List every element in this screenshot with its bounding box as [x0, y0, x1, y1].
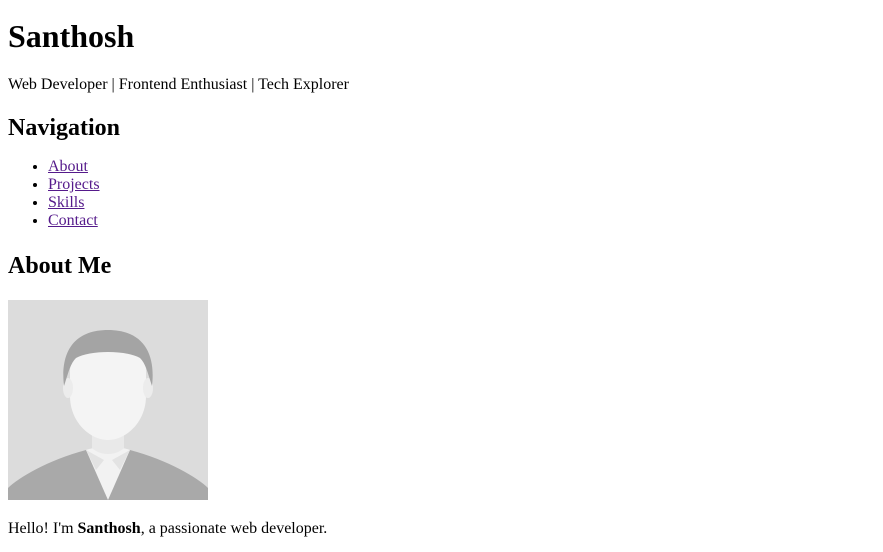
nav-link-contact[interactable]: Contact	[48, 212, 98, 229]
nav-item-projects: Projects	[48, 176, 875, 194]
nav-link-projects[interactable]: Projects	[48, 176, 100, 193]
nav-item-skills: Skills	[48, 194, 875, 212]
intro-name: Santhosh	[77, 520, 141, 537]
avatar	[8, 300, 208, 500]
nav-link-about[interactable]: About	[48, 158, 88, 175]
intro-suffix: , a passionate web developer.	[140, 520, 328, 537]
nav-list: About Projects Skills Contact	[8, 158, 875, 230]
page: Santhosh Web Developer | Frontend Enthus…	[0, 0, 883, 538]
avatar-placeholder-icon	[8, 300, 208, 500]
nav-item-about: About	[48, 158, 875, 176]
navigation-heading: Navigation	[8, 115, 121, 141]
nav-link-skills[interactable]: Skills	[48, 194, 84, 211]
nav-item-contact: Contact	[48, 212, 875, 230]
page-title: Santhosh	[8, 18, 135, 54]
tagline: Web Developer | Frontend Enthusiast | Te…	[8, 76, 349, 93]
intro-text: Hello! I'm Santhosh, a passionate web de…	[8, 520, 875, 538]
intro-prefix: Hello! I'm	[8, 520, 78, 537]
about-heading: About Me	[8, 253, 112, 279]
